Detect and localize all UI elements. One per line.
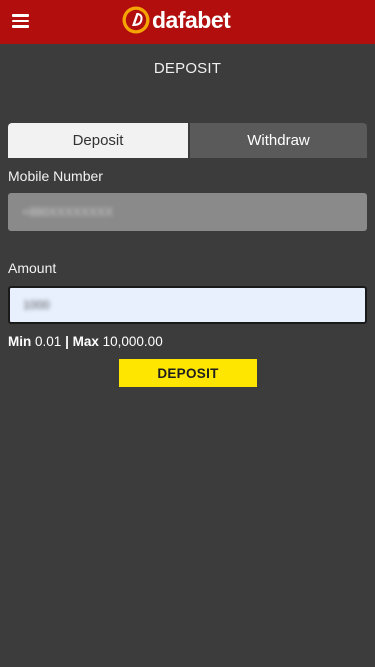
max-value: 10,000.00 bbox=[102, 334, 163, 349]
page-title: DEPOSIT bbox=[153, 60, 222, 77]
deposit-limits: Min 0.01 | Max 10,000.00 bbox=[8, 334, 163, 349]
hamburger-menu-icon[interactable] bbox=[12, 14, 29, 28]
limits-separator: | bbox=[65, 334, 69, 349]
amount-label: Amount bbox=[8, 260, 57, 276]
mobile-number-label: Mobile Number bbox=[8, 168, 103, 184]
min-label: Min bbox=[8, 334, 32, 349]
deposit-withdraw-tabs: Deposit Withdraw bbox=[8, 123, 367, 158]
amount-field[interactable]: 1000 bbox=[8, 286, 367, 324]
deposit-button[interactable]: DEPOSIT bbox=[119, 359, 257, 387]
max-label: Max bbox=[72, 334, 99, 349]
mobile-number-value: +880XXXXXXXX bbox=[22, 205, 114, 219]
amount-value: 1000 bbox=[23, 298, 50, 312]
mobile-number-field[interactable]: +880XXXXXXXX bbox=[8, 193, 367, 231]
brand-name: dafabet bbox=[152, 6, 231, 33]
top-bar: dafabet bbox=[0, 0, 375, 44]
dafabet-logo[interactable]: dafabet bbox=[121, 5, 231, 35]
tab-withdraw[interactable]: Withdraw bbox=[190, 123, 367, 158]
dafabet-logo-icon bbox=[122, 6, 150, 34]
tab-deposit[interactable]: Deposit bbox=[8, 123, 188, 158]
min-value: 0.01 bbox=[35, 334, 62, 349]
